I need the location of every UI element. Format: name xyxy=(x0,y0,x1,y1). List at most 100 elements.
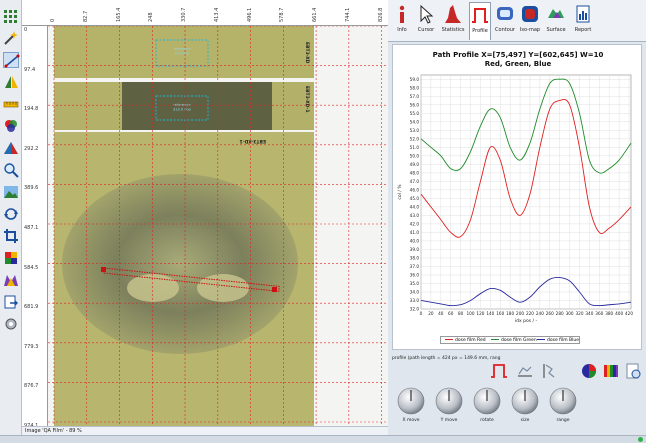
surface-icon xyxy=(548,9,564,18)
export-icon[interactable] xyxy=(3,294,19,310)
y-tick-label: 52.0 xyxy=(410,136,420,141)
film-id-label-1: EBT3-XD xyxy=(304,42,310,64)
x-tick-label: 260 xyxy=(546,311,554,316)
y-tick-label: 32.0 xyxy=(410,307,420,312)
profile-icon xyxy=(472,8,488,23)
y-tick-label: 39.0 xyxy=(410,247,420,252)
ruler-tick-label: 0 xyxy=(24,27,28,33)
ruler-tick-label: 487.1 xyxy=(24,225,39,231)
x-axis-label: idx pos / - xyxy=(515,318,538,324)
ruler-tick-label: 292.2 xyxy=(24,145,39,152)
landscape-icon[interactable] xyxy=(3,184,19,200)
y-tick-label: 53.0 xyxy=(410,128,420,133)
profile-end-handle[interactable] xyxy=(272,287,277,292)
tab-label: Iso-map xyxy=(519,27,541,33)
knob-label: rotate xyxy=(480,418,494,423)
horizontal-ruler: 0 82.7 165.4 248 330.7 413.4 496.1 578.7 661.4 74… xyxy=(22,0,388,26)
tab-cursor[interactable]: Cursor xyxy=(415,2,437,40)
knob-label: X move xyxy=(402,418,420,423)
tab-profile[interactable]: Profile xyxy=(469,2,491,40)
x-tick-label: 400 xyxy=(615,311,623,316)
y-tick-label: 34.0 xyxy=(410,289,420,294)
status-bar xyxy=(0,435,646,443)
x-tick-label: 0 xyxy=(420,311,423,316)
y-tick-label: 57.0 xyxy=(410,94,420,99)
contour-icon xyxy=(497,7,513,20)
knob-dial-icon xyxy=(473,387,501,415)
puzzle-icon[interactable] xyxy=(3,250,19,266)
ruler-icon[interactable] xyxy=(3,96,19,112)
x-tick-label: 220 xyxy=(526,311,534,316)
reference-roi-label-line: 0.0 cGy xyxy=(175,52,190,56)
film-id-label-2: EBT3-XD-1 xyxy=(304,86,310,113)
y-tick-label: 45.0 xyxy=(410,196,420,201)
y-tick-label: 59.0 xyxy=(410,77,420,82)
export-report-icon[interactable] xyxy=(624,362,642,380)
crop-icon[interactable] xyxy=(3,228,19,244)
colormap-icon[interactable] xyxy=(3,272,19,288)
profile-chart: 0 20 40 60 80 100 120 140 160 180 200 220 240 260 280 3… xyxy=(392,44,642,350)
x-tick-label: 300 xyxy=(566,311,574,316)
triangle-icon[interactable] xyxy=(3,140,19,156)
flip-icon[interactable] xyxy=(3,74,19,90)
tab-isomap[interactable]: Iso-map xyxy=(519,2,541,40)
tab-surface[interactable]: Surface xyxy=(544,2,568,40)
y-tick-label: 48.0 xyxy=(410,170,420,175)
legend-swatch xyxy=(445,339,453,340)
x-tick-label: 380 xyxy=(605,311,613,316)
y-axis-label: col / % xyxy=(397,184,403,200)
profile-shape-icon[interactable] xyxy=(490,362,508,380)
x-tick-label: 320 xyxy=(575,311,583,316)
tab-statistics[interactable]: Statistics xyxy=(440,2,466,40)
ruler-tick-label: 779.3 xyxy=(24,343,39,350)
tab-report[interactable]: Report xyxy=(571,2,595,40)
y-tick-label: 56.0 xyxy=(410,102,420,107)
y-tick-label: 42.0 xyxy=(410,221,420,226)
reference-roi-label-line: 313.0 cGy xyxy=(173,108,192,112)
zoom-icon[interactable] xyxy=(3,162,19,178)
x-tick-label: 20 xyxy=(428,311,434,316)
line-profile-icon[interactable] xyxy=(3,52,20,68)
profile-controls: profile (path length = 424 px = 149.6 mm… xyxy=(392,354,642,384)
y-tick-label: 54.0 xyxy=(410,119,420,124)
vertical-profile-icon[interactable] xyxy=(540,362,558,380)
x-tick-label: 340 xyxy=(585,311,593,316)
y-tick-label: 46.0 xyxy=(410,187,420,192)
knob-size[interactable]: size xyxy=(508,386,542,423)
settings-icon[interactable] xyxy=(3,316,19,332)
grid-icon[interactable] xyxy=(3,8,19,24)
ruler-tick-label: 413.4 xyxy=(213,7,220,22)
rgb-channels-icon[interactable] xyxy=(580,362,598,380)
magic-wand-icon[interactable] xyxy=(3,30,19,46)
y-tick-label: 36.0 xyxy=(410,272,420,277)
color-channels-icon[interactable] xyxy=(3,118,19,134)
film-canvas[interactable]: reference 0.0 cGy reference 313.0 cGy EBT3… xyxy=(48,25,388,426)
ruler-tick-label: 826.8 xyxy=(377,7,384,22)
status-indicator-icon xyxy=(638,437,643,442)
y-tick-label: 47.0 xyxy=(410,179,420,184)
profile-start-handle[interactable] xyxy=(101,267,106,272)
film-image[interactable]: reference 0.0 cGy reference 313.0 cGy EBT3… xyxy=(48,25,388,426)
knob-rotate[interactable]: rotate xyxy=(470,386,504,423)
reference-roi-label-1: reference 0.0 cGy xyxy=(173,47,191,56)
image-viewer: 0 82.7 165.4 248 330.7 413.4 496.1 578.7 661.4 74… xyxy=(22,0,388,435)
ruler-tick-label: 876.7 xyxy=(24,383,39,390)
ruler-tick-label: 389.6 xyxy=(24,185,39,192)
tab-info[interactable]: Info xyxy=(392,2,412,40)
ruler-tick-label: 578.7 xyxy=(279,7,286,22)
chart-title: Path Profile X=[75,497] Y=[602,645] W=10 xyxy=(432,51,604,59)
x-tick-label: 40 xyxy=(438,311,444,316)
ruler-tick-label: 165.4 xyxy=(115,7,122,22)
y-tick-label: 58.0 xyxy=(410,85,420,90)
x-tick-label: 160 xyxy=(496,311,504,316)
x-tick-label: 120 xyxy=(476,311,484,316)
tab-contour[interactable]: Contour xyxy=(494,2,516,40)
chart-subtitle: Red, Green, Blue xyxy=(484,60,552,68)
knob-range[interactable]: range xyxy=(546,386,580,423)
knob-y-move[interactable]: Y move xyxy=(432,386,466,423)
knob-x-move[interactable]: X move xyxy=(394,386,428,423)
rotate-icon[interactable] xyxy=(3,206,19,222)
color-bars-icon[interactable] xyxy=(602,362,620,380)
knob-dial-icon xyxy=(397,387,425,415)
horizontal-profile-icon[interactable] xyxy=(516,362,534,380)
